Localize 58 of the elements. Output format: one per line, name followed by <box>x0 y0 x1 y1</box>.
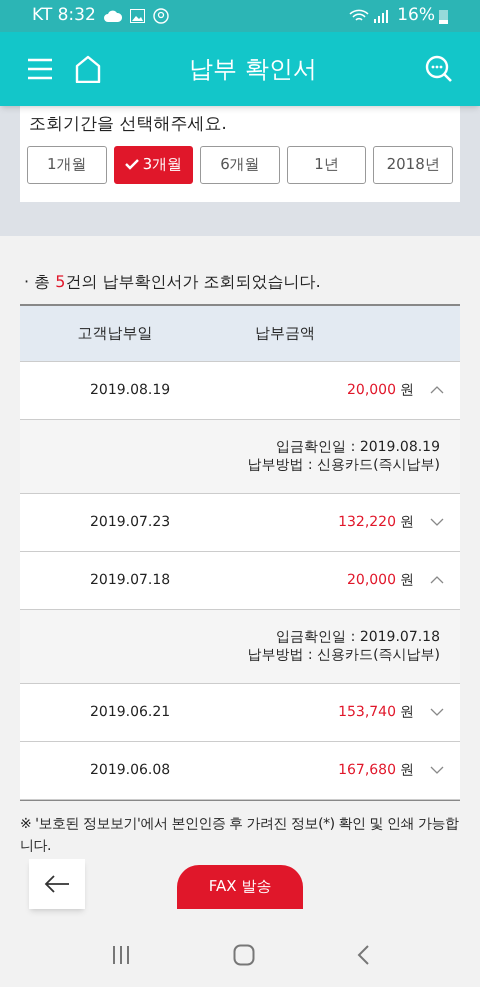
check-icon <box>124 159 139 170</box>
payment-row[interactable]: 2019.07.23 132,220 원 <box>20 494 460 552</box>
recent-apps-icon[interactable] <box>111 944 131 964</box>
back-nav-icon[interactable] <box>357 944 369 964</box>
currency-unit: 원 <box>400 380 414 400</box>
image-icon <box>130 9 145 23</box>
period-option[interactable]: 1개월 <box>27 146 107 184</box>
payment-date: 2019.08.19 <box>90 380 170 400</box>
chevron-up-icon[interactable] <box>430 386 444 394</box>
currency-unit: 원 <box>400 760 414 780</box>
detail-line: 입금확인일 : 2019.08.19 <box>276 438 440 456</box>
menu-icon[interactable] <box>27 58 53 80</box>
payment-row[interactable]: 2019.06.21 153,740 원 <box>20 684 460 742</box>
period-option[interactable]: 2018년 <box>373 146 453 184</box>
period-option[interactable]: 3개월 <box>114 146 194 184</box>
fax-button[interactable]: FAX 발송 <box>177 864 303 908</box>
detail-line: 납부방법 : 신용카드(즉시납부) <box>247 456 440 474</box>
payment-amount: 132,220 <box>338 512 396 532</box>
circle-letter-icon <box>152 8 169 24</box>
payment-amount: 20,000 <box>347 380 396 400</box>
search-icon[interactable] <box>425 55 453 83</box>
period-option[interactable]: 6개월 <box>200 146 280 184</box>
payment-date: 2019.07.18 <box>90 570 170 590</box>
back-button[interactable] <box>29 858 85 908</box>
status-time: KT 8:32 <box>32 4 96 28</box>
wifi-icon <box>349 9 370 23</box>
payment-date: 2019.07.23 <box>90 512 170 532</box>
chevron-up-icon[interactable] <box>430 576 444 584</box>
notice-text: ※ '보호된 정보보기'에서 본인인증 후 가려진 정보(*) 확인 및 인쇄 가능합니다. <box>20 814 460 856</box>
currency-unit: 원 <box>400 570 414 590</box>
period-option[interactable]: 1년 <box>286 146 366 184</box>
detail-line: 납부방법 : 신용카드(즉시납부) <box>247 646 440 664</box>
chevron-down-icon[interactable] <box>430 518 444 526</box>
back-arrow-icon <box>44 874 70 892</box>
period-prompt: 조회기간을 선택해주세요. <box>28 113 228 136</box>
payment-date: 2019.06.21 <box>90 702 170 722</box>
payment-amount: 20,000 <box>347 570 396 590</box>
column-header: 납부금액 <box>254 322 316 344</box>
payment-amount: 167,680 <box>338 760 396 780</box>
signal-icon <box>373 9 390 23</box>
currency-unit: 원 <box>400 702 414 722</box>
battery-icon <box>439 8 448 24</box>
chevron-down-icon[interactable] <box>430 766 444 774</box>
payment-row[interactable]: 2019.06.08 167,680 원 <box>20 742 460 800</box>
chevron-down-icon[interactable] <box>430 708 444 716</box>
home-nav-icon[interactable] <box>233 944 255 966</box>
column-header: 고객납부일 <box>76 322 154 344</box>
currency-unit: 원 <box>400 512 414 532</box>
page-title: 납부 확인서 <box>188 54 318 85</box>
home-icon[interactable] <box>75 55 101 83</box>
cloud-icon <box>104 10 122 22</box>
payment-row[interactable]: 2019.08.19 20,000 원 <box>20 362 460 420</box>
payment-amount: 153,740 <box>338 702 396 722</box>
detail-line: 입금확인일 : 2019.07.18 <box>276 628 440 646</box>
battery-percent: 16% <box>397 4 435 28</box>
result-summary: · 총 5건의 납부확인서가 조회되었습니다. <box>23 270 322 292</box>
payment-row[interactable]: 2019.07.18 20,000 원 <box>20 552 460 610</box>
payment-date: 2019.06.08 <box>90 760 170 780</box>
